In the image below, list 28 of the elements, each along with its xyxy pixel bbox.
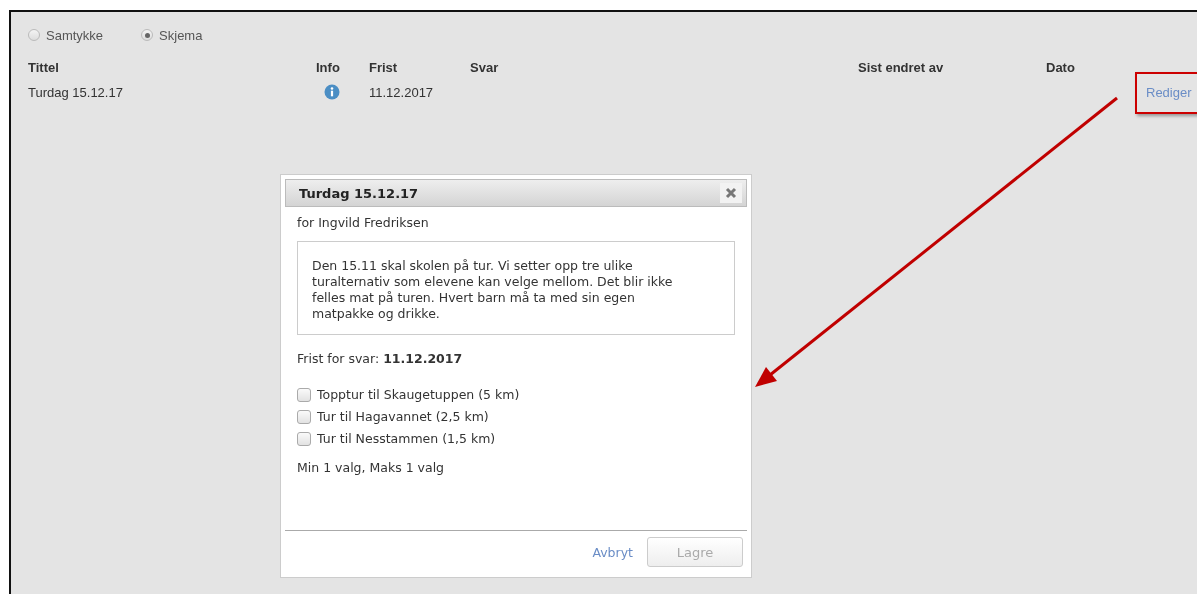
- radio-button[interactable]: [28, 29, 40, 41]
- dialog-title: Turdag 15.12.17: [299, 185, 419, 201]
- close-button[interactable]: [720, 183, 742, 203]
- column-header: Dato: [1046, 60, 1076, 77]
- option-label: Tur til Hagavannet (2,5 km): [317, 409, 489, 424]
- edit-link[interactable]: Rediger: [1146, 84, 1192, 100]
- table-cell: Turdag 15.12.17: [28, 84, 123, 100]
- close-icon: [725, 187, 737, 199]
- info-icon[interactable]: [324, 84, 340, 100]
- option-label: Topptur til Skaugetuppen (5 km): [317, 387, 520, 402]
- column-header: Tittel: [28, 60, 60, 77]
- recipient-text: for Ingvild Fredriksen: [297, 215, 430, 230]
- radio-option[interactable]: Samtykke: [28, 27, 104, 43]
- radio-button[interactable]: [141, 29, 154, 41]
- message-text: Den 15.11 skal skolen på tur. Vi setter opp tre ulike turalternativ som elevene kan velge mellom. Det blir ikke felles mat på turen. Hvert barn må ta med sin egen matpakke og drikke.: [297, 241, 735, 335]
- option-label: Tur til Nesstammen (1,5 km): [317, 431, 496, 446]
- column-header: Info: [316, 60, 341, 77]
- deadline-text: Frist for svar: 11.12.2017: [297, 351, 464, 366]
- table-cell: 11.12.2017: [369, 84, 434, 100]
- cancel-link[interactable]: Avbryt: [592, 544, 633, 560]
- column-header: Svar: [470, 60, 500, 77]
- checkbox[interactable]: [297, 409, 311, 424]
- checkbox[interactable]: [297, 387, 311, 402]
- checkbox[interactable]: [297, 431, 311, 446]
- radio-option[interactable]: Skjema: [141, 27, 203, 43]
- column-header: Sist endret av: [858, 60, 945, 77]
- column-header: Frist: [369, 60, 399, 77]
- constraint-text: Min 1 valg, Maks 1 valg: [297, 460, 446, 475]
